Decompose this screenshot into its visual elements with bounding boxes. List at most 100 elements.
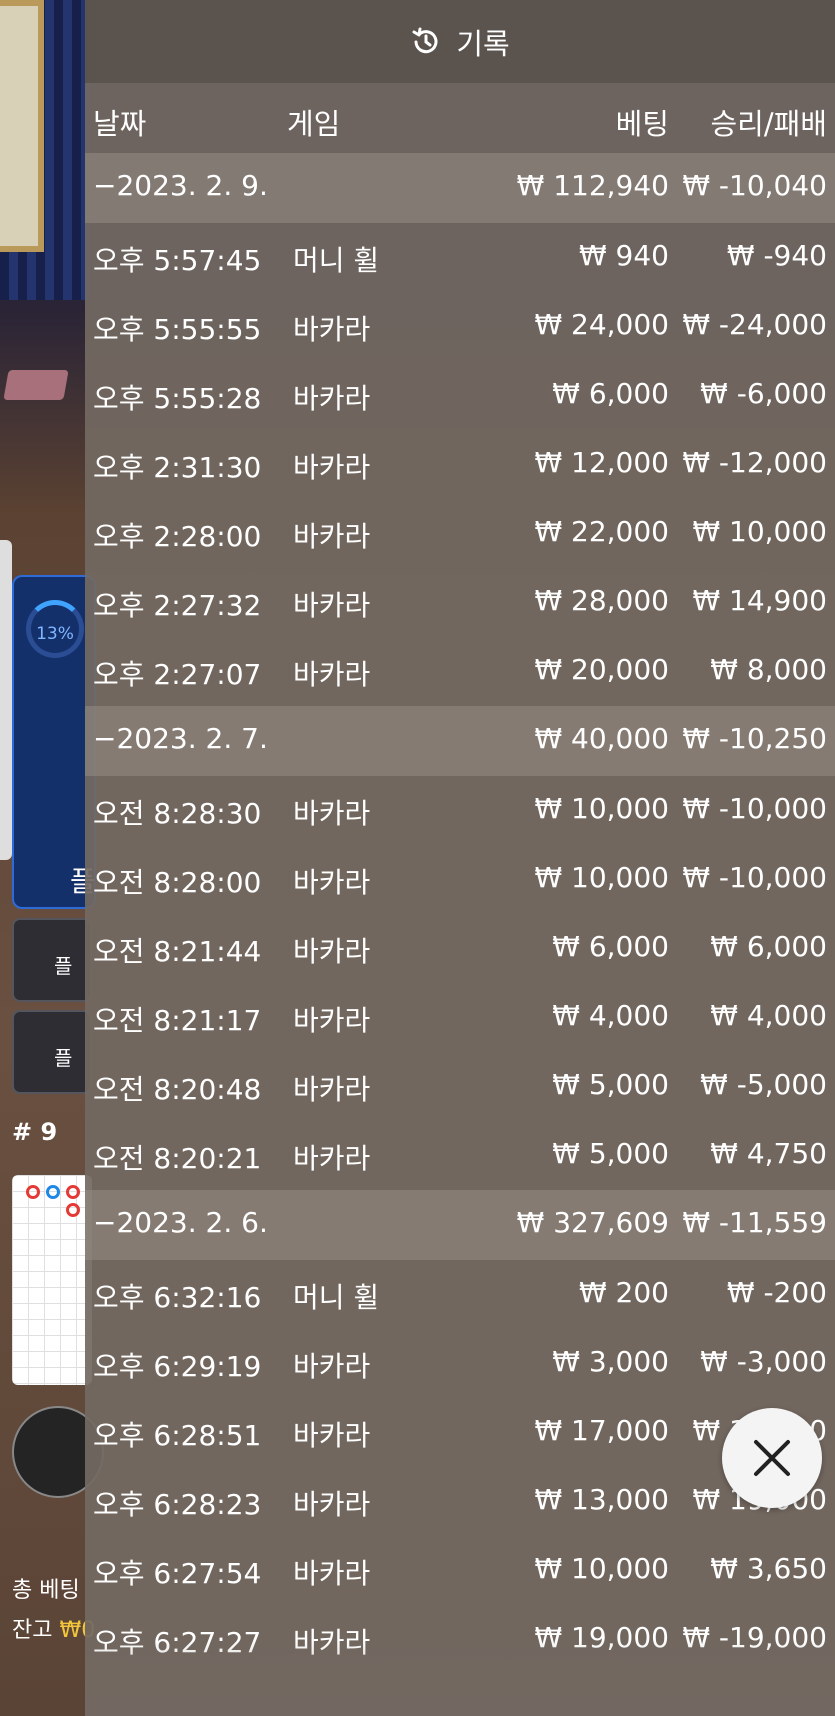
column-result: 승리/패배 (710, 107, 828, 141)
row-bet: ₩ 19,000 (534, 1621, 669, 1654)
row-game: 바카라 (293, 935, 371, 968)
row-bet: ₩ 24,000 (534, 308, 669, 341)
row-bet: ₩ 13,000 (534, 1483, 669, 1516)
row-result: ₩ -12,000 (682, 446, 827, 479)
group-result-total: ₩ -11,559 (682, 1206, 827, 1239)
group-bet-total: ₩ 40,000 (534, 722, 669, 755)
row-bet: ₩ 3,000 (552, 1345, 669, 1378)
row-bet: ₩ 10,000 (534, 861, 669, 894)
row-result: ₩ -3,000 (700, 1345, 827, 1378)
row-game: 바카라 (293, 1073, 371, 1106)
row-time: 오후 5:57:45 (93, 244, 262, 277)
row-time: 오후 6:29:19 (93, 1350, 262, 1383)
row-result: ₩ 4,750 (710, 1137, 827, 1170)
row-result: ₩ -200 (726, 1276, 827, 1309)
row-time: 오후 5:55:55 (93, 313, 262, 346)
player-bonus-button[interactable]: 플 (12, 1010, 92, 1094)
row-bet: ₩ 10,000 (534, 792, 669, 825)
row-result: ₩ 4,000 (710, 999, 827, 1032)
row-game: 바카라 (293, 1142, 371, 1175)
row-time: 오전 8:20:21 (93, 1142, 262, 1175)
row-result: ₩ -24,000 (682, 308, 827, 341)
row-game: 바카라 (293, 1626, 371, 1659)
column-game: 게임 (287, 107, 341, 141)
history-icon (412, 27, 438, 53)
row-result: ₩ 3,650 (710, 1552, 827, 1585)
row-result: ₩ -10,000 (682, 861, 827, 894)
row-bet: ₩ 6,000 (552, 930, 669, 963)
row-time: 오전 8:20:48 (93, 1073, 262, 1106)
group-bet-total: ₩ 327,609 (516, 1206, 669, 1239)
history-header: 기록 (85, 0, 835, 83)
side-drawer-tab[interactable] (0, 540, 12, 860)
column-bet: 베팅 (615, 107, 669, 141)
row-game: 바카라 (293, 451, 371, 484)
row-time: 오후 2:28:00 (93, 520, 262, 553)
row-time: 오후 2:27:32 (93, 589, 262, 622)
road-dot-red (66, 1203, 80, 1217)
row-bet: ₩ 22,000 (534, 515, 669, 548)
balance-label: 잔고 ₩0 (12, 1612, 95, 1644)
row-game: 바카라 (293, 520, 371, 553)
round-number: # 9 (12, 1118, 58, 1146)
group-date: −2023. 2. 6. (93, 1206, 268, 1239)
row-result: ₩ -940 (726, 239, 827, 272)
row-bet: ₩ 10,000 (534, 1552, 669, 1585)
row-game: 바카라 (293, 1419, 371, 1452)
row-game: 바카라 (293, 382, 371, 415)
row-time: 오전 8:28:00 (93, 866, 262, 899)
row-time: 오후 5:55:28 (93, 382, 262, 415)
row-game: 바카라 (293, 1004, 371, 1037)
row-result: ₩ 8,000 (710, 653, 827, 686)
row-result: ₩ -5,000 (700, 1068, 827, 1101)
row-bet: ₩ 5,000 (552, 1137, 669, 1170)
group-bet-total: ₩ 112,940 (516, 169, 669, 202)
row-bet: ₩ 200 (578, 1276, 669, 1309)
row-bet: ₩ 6,000 (552, 377, 669, 410)
close-icon (754, 1440, 790, 1476)
row-result: ₩ -10,000 (682, 792, 827, 825)
scoreboard-road (12, 1175, 92, 1385)
row-result: ₩ -6,000 (700, 377, 827, 410)
row-bet: ₩ 17,000 (534, 1414, 669, 1447)
row-game: 머니 휠 (293, 1281, 380, 1314)
road-dot-red (26, 1185, 40, 1199)
column-headers: 날짜 게임 베팅 승리/패배 (85, 83, 835, 153)
row-time: 오후 6:28:23 (93, 1488, 262, 1521)
row-game: 바카라 (293, 589, 371, 622)
row-game: 바카라 (293, 866, 371, 899)
row-bet: ₩ 20,000 (534, 653, 669, 686)
row-game: 바카라 (293, 1350, 371, 1383)
player-pair-button[interactable]: 플 (12, 918, 92, 1002)
row-game: 바카라 (293, 313, 371, 346)
row-time: 오후 6:32:16 (93, 1281, 262, 1314)
group-date: −2023. 2. 7. (93, 722, 268, 755)
card-shoe (3, 370, 69, 400)
row-result: ₩ 14,900 (692, 584, 827, 617)
row-time: 오후 6:28:51 (93, 1419, 262, 1452)
row-result: ₩ 10,000 (692, 515, 827, 548)
road-dot-red (66, 1185, 80, 1199)
group-result-total: ₩ -10,250 (682, 722, 827, 755)
row-bet: ₩ 28,000 (534, 584, 669, 617)
group-result-total: ₩ -10,040 (682, 169, 827, 202)
row-time: 오후 2:31:30 (93, 451, 262, 484)
row-time: 오전 8:21:17 (93, 1004, 262, 1037)
row-game: 머니 휠 (293, 244, 380, 277)
row-time: 오전 8:21:44 (93, 935, 262, 968)
close-button[interactable] (722, 1408, 822, 1508)
group-date: −2023. 2. 9. (93, 169, 268, 202)
picture-frame (0, 0, 44, 252)
balance-label-text: 잔고 (12, 1618, 53, 1643)
column-date: 날짜 (93, 107, 147, 141)
row-time: 오후 6:27:27 (93, 1626, 262, 1659)
player-percent-ring: 13% (26, 600, 84, 658)
row-bet: ₩ 940 (578, 239, 669, 272)
row-game: 바카라 (293, 658, 371, 691)
history-title: 기록 (456, 26, 510, 61)
row-result: ₩ 6,000 (710, 930, 827, 963)
row-game: 바카라 (293, 1488, 371, 1521)
row-result: ₩ -19,000 (682, 1621, 827, 1654)
row-game: 바카라 (293, 1557, 371, 1590)
row-time: 오후 6:27:54 (93, 1557, 262, 1590)
